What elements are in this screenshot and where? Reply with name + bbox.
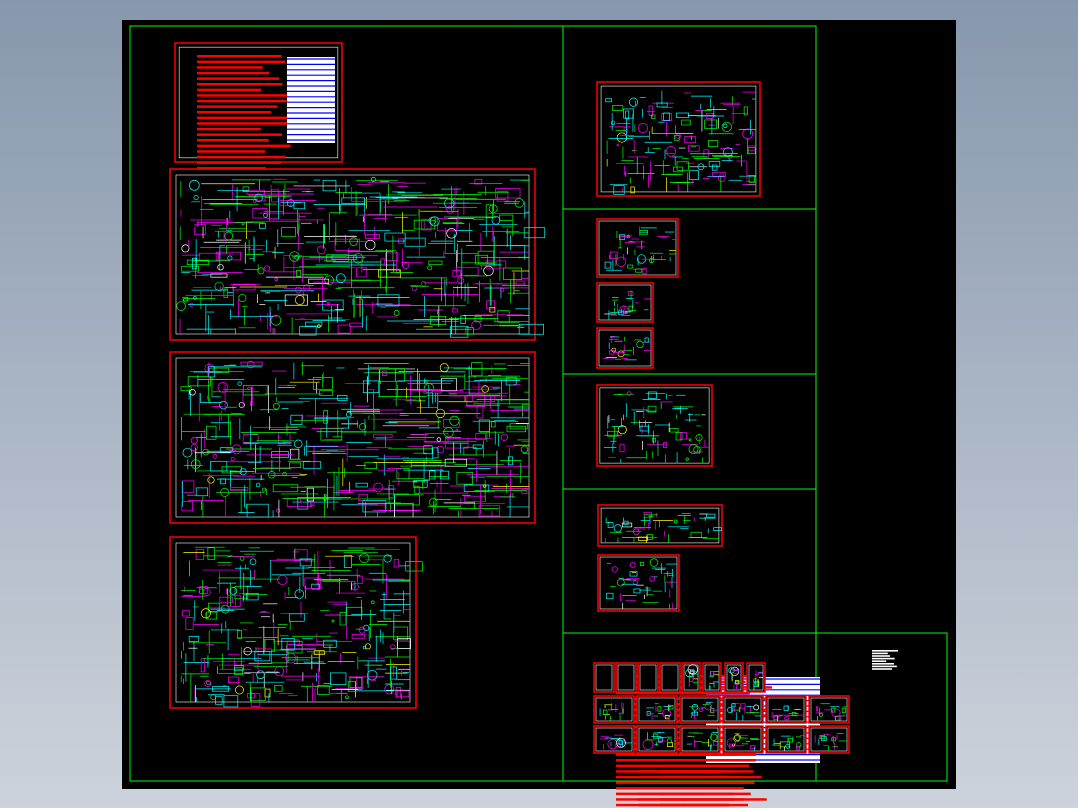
drawing-sheet: [765, 725, 807, 754]
notes-text-line: [197, 144, 291, 148]
drawing-sheet: [597, 504, 723, 547]
sheet-border: [596, 81, 761, 197]
sheet-border: [593, 662, 615, 693]
legend-text-line: [872, 657, 895, 660]
sheet-border: [596, 384, 713, 467]
notes-text-line: [197, 99, 287, 103]
drawing-sheet: [722, 725, 764, 754]
notes-text-line: [682, 775, 762, 779]
drawing-sheet: [596, 81, 761, 197]
legend-text-line: [872, 652, 888, 655]
notes-text-line: [682, 759, 756, 762]
cad-drawing-canvas[interactable]: [0, 0, 1078, 808]
notes-text-line: [682, 770, 754, 773]
notes-text-line: [682, 764, 750, 768]
legend-text-line: [872, 668, 892, 670]
drawing-sheet: [169, 168, 546, 341]
notes-text-line: [197, 161, 282, 164]
notes-text-line: [197, 88, 261, 92]
notes-text-line: [682, 753, 756, 756]
notes-text-line: [682, 792, 751, 796]
notes-text-line: [197, 122, 290, 125]
notes-text-line: [197, 139, 269, 142]
legend-text-line: [872, 663, 894, 665]
notes-text-line: [197, 55, 282, 58]
notes-text-line: [197, 60, 286, 64]
notes-text-line: [197, 105, 278, 108]
notes-text-line: [682, 781, 755, 784]
drawing-sheet: [702, 662, 722, 693]
drawing-sheet: [169, 536, 423, 709]
notes-text-line: [682, 803, 749, 807]
notes-text-line: [197, 66, 263, 69]
drawing-sheet: [808, 725, 850, 754]
notes-text-line: [197, 83, 283, 86]
legend-text-line: [872, 655, 891, 657]
sheet-border: [596, 327, 654, 369]
sheet-border: [615, 662, 637, 693]
drawing-sheet: [765, 695, 807, 724]
notes-text-line: [682, 798, 767, 801]
legend-text-line: [872, 665, 897, 668]
drawing-sheet: [636, 725, 678, 754]
notes-text-line: [197, 155, 286, 159]
sheet-border: [808, 695, 850, 724]
notes-text-line: [682, 787, 744, 790]
notes-text-line: [197, 77, 280, 80]
sheet-border: [597, 504, 723, 547]
drawing-sheet: [722, 695, 764, 724]
drawing-sheet: [593, 725, 635, 754]
sheet-border: [702, 662, 722, 693]
sheet-border: [636, 695, 678, 724]
notes-text-line: [197, 133, 282, 136]
drawing-sheet: [636, 695, 678, 724]
sheet-border: [765, 725, 807, 754]
drawing-sheet: [596, 282, 654, 323]
drawing-sheet: [746, 662, 766, 693]
drawing-sheet: [169, 351, 536, 524]
notes-text-line: [197, 71, 270, 75]
sheet-border: [596, 282, 654, 323]
drawing-sheet: [596, 327, 654, 369]
notes-text-line: [197, 150, 265, 153]
drawing-sheet: [679, 695, 721, 724]
legend-text-line: [872, 650, 898, 652]
sheet-border: [637, 662, 659, 693]
sheet-border: [659, 662, 681, 693]
drawing-sheet: [681, 662, 701, 693]
sheet-border: [169, 351, 536, 524]
drawing-sheet: [596, 218, 679, 278]
drawing-sheet: [724, 662, 744, 693]
drawing-sheet: [679, 725, 721, 754]
drawing-sheet: [593, 695, 635, 724]
sheet-border: [679, 725, 721, 754]
notes-text-line: [197, 94, 301, 97]
notes-text-line: [197, 116, 297, 120]
notes-text-line: [197, 111, 272, 114]
drawing-sheet: [596, 384, 713, 467]
notes-text-line: [197, 127, 261, 131]
drawing-sheet: [597, 554, 680, 612]
drawing-sheet: [808, 695, 850, 724]
legend-text-line: [872, 660, 887, 662]
